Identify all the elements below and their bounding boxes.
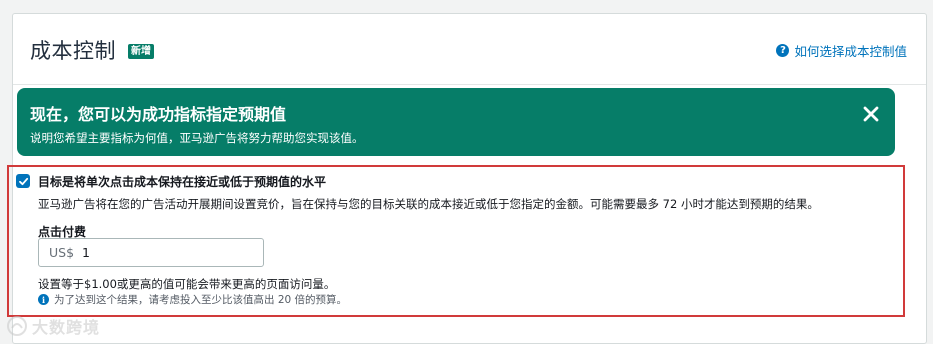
budget-info: i 为了达到这个结果，请考虑投入至少比该值高出 20 倍的预算。 (38, 292, 347, 307)
panel-header: 成本控制 新增 ? 如何选择成本控制值 (13, 14, 926, 85)
cost-control-description: 亚马逊广告将在您的广告活动开展期间设置竞价，旨在保持与您的目标关联的成本接近或低… (38, 197, 819, 211)
page-title: 成本控制 (30, 39, 116, 63)
budget-info-text: 为了达到这个结果，请考虑投入至少比该值高出 20 倍的预算。 (54, 294, 348, 306)
watermark: 大数跨境 (6, 314, 100, 338)
info-icon: i (38, 294, 49, 305)
banner-title: 现在，您可以为成功指标指定预期值 (30, 105, 287, 124)
watermark-logo-icon (7, 316, 27, 336)
close-icon[interactable] (861, 104, 881, 124)
info-banner: 现在，您可以为成功指标指定预期值 说明您希望主要指标为何值，亚马逊广告将努力帮助… (17, 88, 895, 156)
watermark-text: 大数跨境 (32, 318, 101, 337)
cpc-hint: 设置等于$1.00或更高的值可能会带来更高的页面访问量。 (38, 277, 336, 291)
banner-description: 说明您希望主要指标为何值，亚马逊广告将努力帮助您实现该值。 (30, 131, 364, 145)
cpc-input[interactable]: US$ 1 (38, 238, 264, 267)
new-badge: 新增 (128, 44, 154, 59)
checkmark-icon (18, 177, 28, 185)
checkbox-label[interactable]: 目标是将单次点击成本保持在接近或低于预期值的水平 (38, 173, 326, 190)
currency-prefix: US$ (49, 245, 75, 260)
help-circle-icon: ? (776, 44, 790, 57)
cost-control-checkbox[interactable] (16, 174, 30, 188)
cpc-value[interactable]: 1 (82, 245, 90, 260)
help-link-label: 如何选择成本控制值 (794, 44, 907, 59)
help-link[interactable]: ? 如何选择成本控制值 (776, 41, 907, 60)
